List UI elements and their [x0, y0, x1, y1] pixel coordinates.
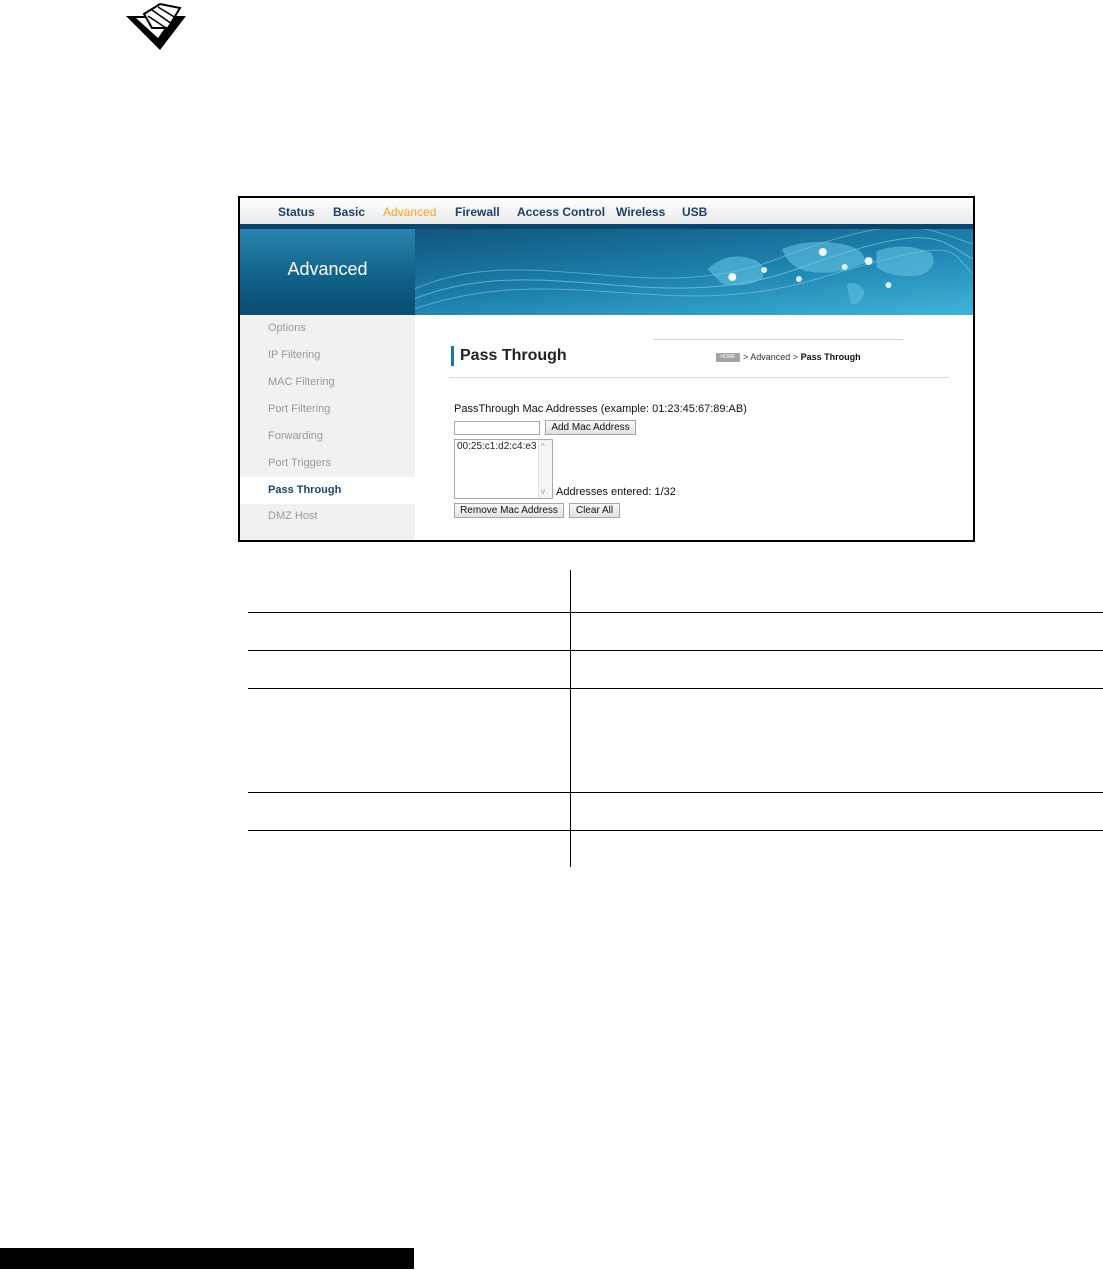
table-row-divider	[248, 688, 1103, 689]
remove-mac-address-button[interactable]: Remove Mac Address	[454, 503, 564, 518]
sidebar-item-port-triggers[interactable]: Port Triggers	[268, 457, 331, 469]
logo-icon	[126, 2, 186, 50]
nav-usb[interactable]: USB	[682, 205, 707, 219]
table-row-divider	[248, 792, 1103, 793]
sidebar	[240, 315, 415, 540]
add-mac-address-button[interactable]: Add Mac Address	[545, 420, 636, 435]
sidebar-item-pass-through[interactable]: Pass Through	[268, 484, 341, 496]
sidebar-item-ip-filtering[interactable]: IP Filtering	[268, 349, 320, 361]
banner-title-panel: Advanced	[240, 229, 415, 315]
router-ui-screenshot: Status Basic Advanced Firewall Access Co…	[238, 196, 975, 542]
addresses-entered-count: Addresses entered: 1/32	[556, 486, 676, 498]
nav-wireless[interactable]: Wireless	[616, 205, 665, 219]
table-column-divider	[570, 570, 571, 867]
page-title: Pass Through	[460, 347, 567, 364]
table-row-divider	[248, 612, 1103, 613]
sidebar-item-dmz-host[interactable]: DMZ Host	[268, 510, 318, 522]
nav-advanced[interactable]: Advanced	[383, 205, 436, 219]
clear-all-button[interactable]: Clear All	[569, 503, 620, 518]
title-rule	[449, 377, 949, 378]
banner-title: Advanced	[287, 259, 368, 279]
nav-basic[interactable]: Basic	[333, 205, 365, 219]
mac-address-input[interactable]	[454, 421, 540, 435]
list-scrollbar[interactable]: ^ v	[538, 440, 552, 498]
header-rule	[653, 339, 903, 340]
chevron-down-icon[interactable]: v	[541, 487, 545, 496]
breadcrumb-current: Pass Through	[800, 352, 861, 362]
top-nav: Status Basic Advanced Firewall Access Co…	[240, 198, 973, 225]
table-row-divider	[248, 650, 1103, 651]
sidebar-item-port-filtering[interactable]: Port Filtering	[268, 403, 330, 415]
title-accent-bar	[451, 346, 454, 366]
table-row-divider	[248, 830, 1103, 831]
chevron-up-icon[interactable]: ^	[541, 442, 545, 451]
footer-bar	[0, 1248, 414, 1269]
breadcrumb: > Advanced > Pass Through	[743, 352, 861, 362]
sidebar-item-mac-filtering[interactable]: MAC Filtering	[268, 376, 335, 388]
breadcrumb-path[interactable]: > Advanced >	[743, 352, 798, 362]
mac-address-list[interactable]: 00:25:c1:d2:c4:e3 ^ v	[454, 439, 553, 499]
nav-status[interactable]: Status	[278, 205, 315, 219]
nav-firewall[interactable]: Firewall	[455, 205, 500, 219]
list-item[interactable]: 00:25:c1:d2:c4:e3	[457, 441, 537, 452]
sidebar-item-forwarding[interactable]: Forwarding	[268, 430, 323, 442]
sidebar-item-options[interactable]: Options	[268, 322, 306, 334]
nav-access-control[interactable]: Access Control	[517, 205, 605, 219]
passthrough-mac-label: PassThrough Mac Addresses (example: 01:2…	[454, 403, 747, 415]
breadcrumb-home-icon[interactable]: HOME	[716, 353, 740, 362]
